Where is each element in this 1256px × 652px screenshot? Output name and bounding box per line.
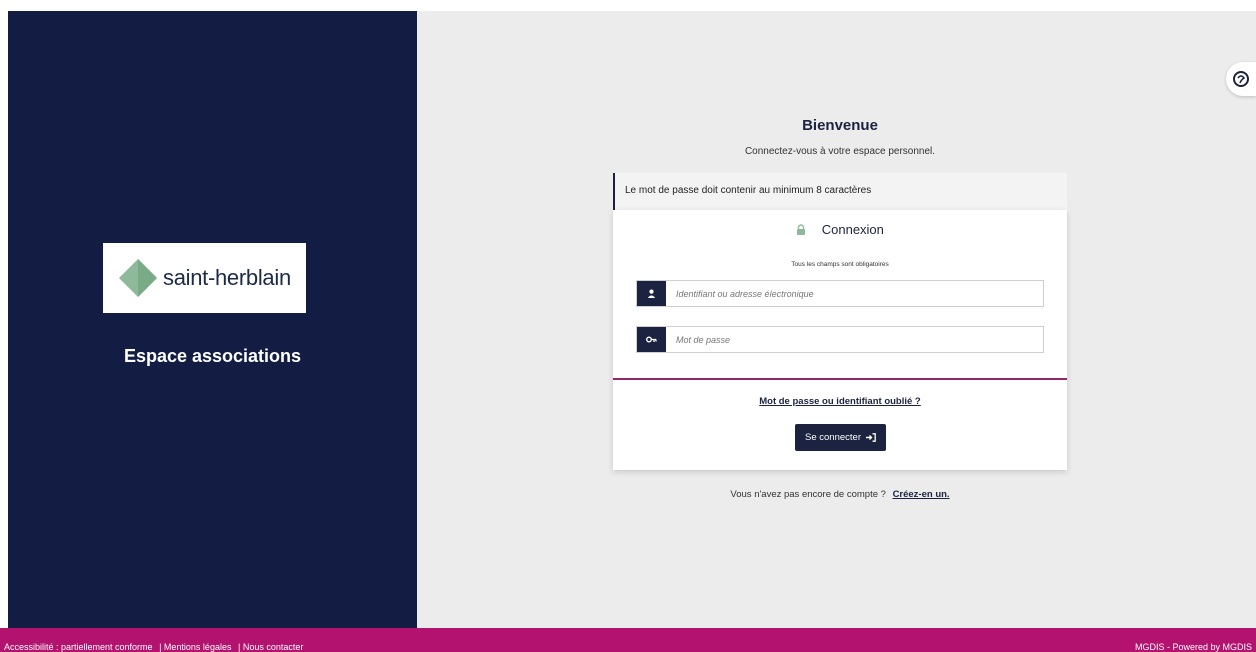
footer-links: Accessibilité : partiellement conforme |… [4,642,307,652]
lock-icon [797,224,806,235]
card-divider [613,378,1067,380]
user-icon [637,281,666,306]
login-button[interactable]: Se connecter [795,424,886,451]
password-field [636,326,1044,353]
legal-link[interactable]: | Mentions légales [159,642,231,652]
sign-in-icon [865,433,876,442]
username-input[interactable] [666,281,1043,306]
signup-line: Vous n'avez pas encore de compte ? Créez… [613,489,1067,500]
logo-diamond-icon [119,259,157,297]
forgot-password-link[interactable]: Mot de passe ou identifiant oublié ? [613,396,1067,407]
login-panel: Bienvenue Connectez-vous à votre espace … [417,11,1256,628]
logo-text: saint-herblain [163,265,291,290]
password-notice: Le mot de passe doit contenir au minimum… [613,173,1067,210]
card-title: Connexion [821,222,884,237]
card-header: Connexion [613,222,1067,237]
username-field [636,280,1044,307]
accessibility-link[interactable]: Accessibilité : partiellement conforme [4,642,153,652]
signup-prompt: Vous n'avez pas encore de compte ? [730,489,886,500]
section-title: Espace associations [123,346,302,366]
help-bubble-icon [1233,71,1249,87]
signup-link[interactable]: Créez-en un. [893,489,950,500]
login-button-label: Se connecter [805,432,861,443]
required-note: Tous les champs sont obligatoires [791,261,889,268]
login-card: Connexion Tous les champs sont obligatoi… [613,210,1067,470]
page-title: Bienvenue [802,117,878,134]
key-icon [637,327,666,352]
footer: Accessibilité : partiellement conforme |… [0,628,1256,652]
footer-credit[interactable]: MGDIS - Powered by MGDIS [1135,642,1252,652]
contact-link[interactable]: | Nous contacter [238,642,303,652]
help-button[interactable] [1226,62,1256,96]
brand-panel: saint-herblain Espace associations [8,11,417,628]
logo: saint-herblain [103,243,306,313]
page-subtitle: Connectez-vous à votre espace personnel. [744,146,936,157]
password-input[interactable] [666,327,1043,352]
